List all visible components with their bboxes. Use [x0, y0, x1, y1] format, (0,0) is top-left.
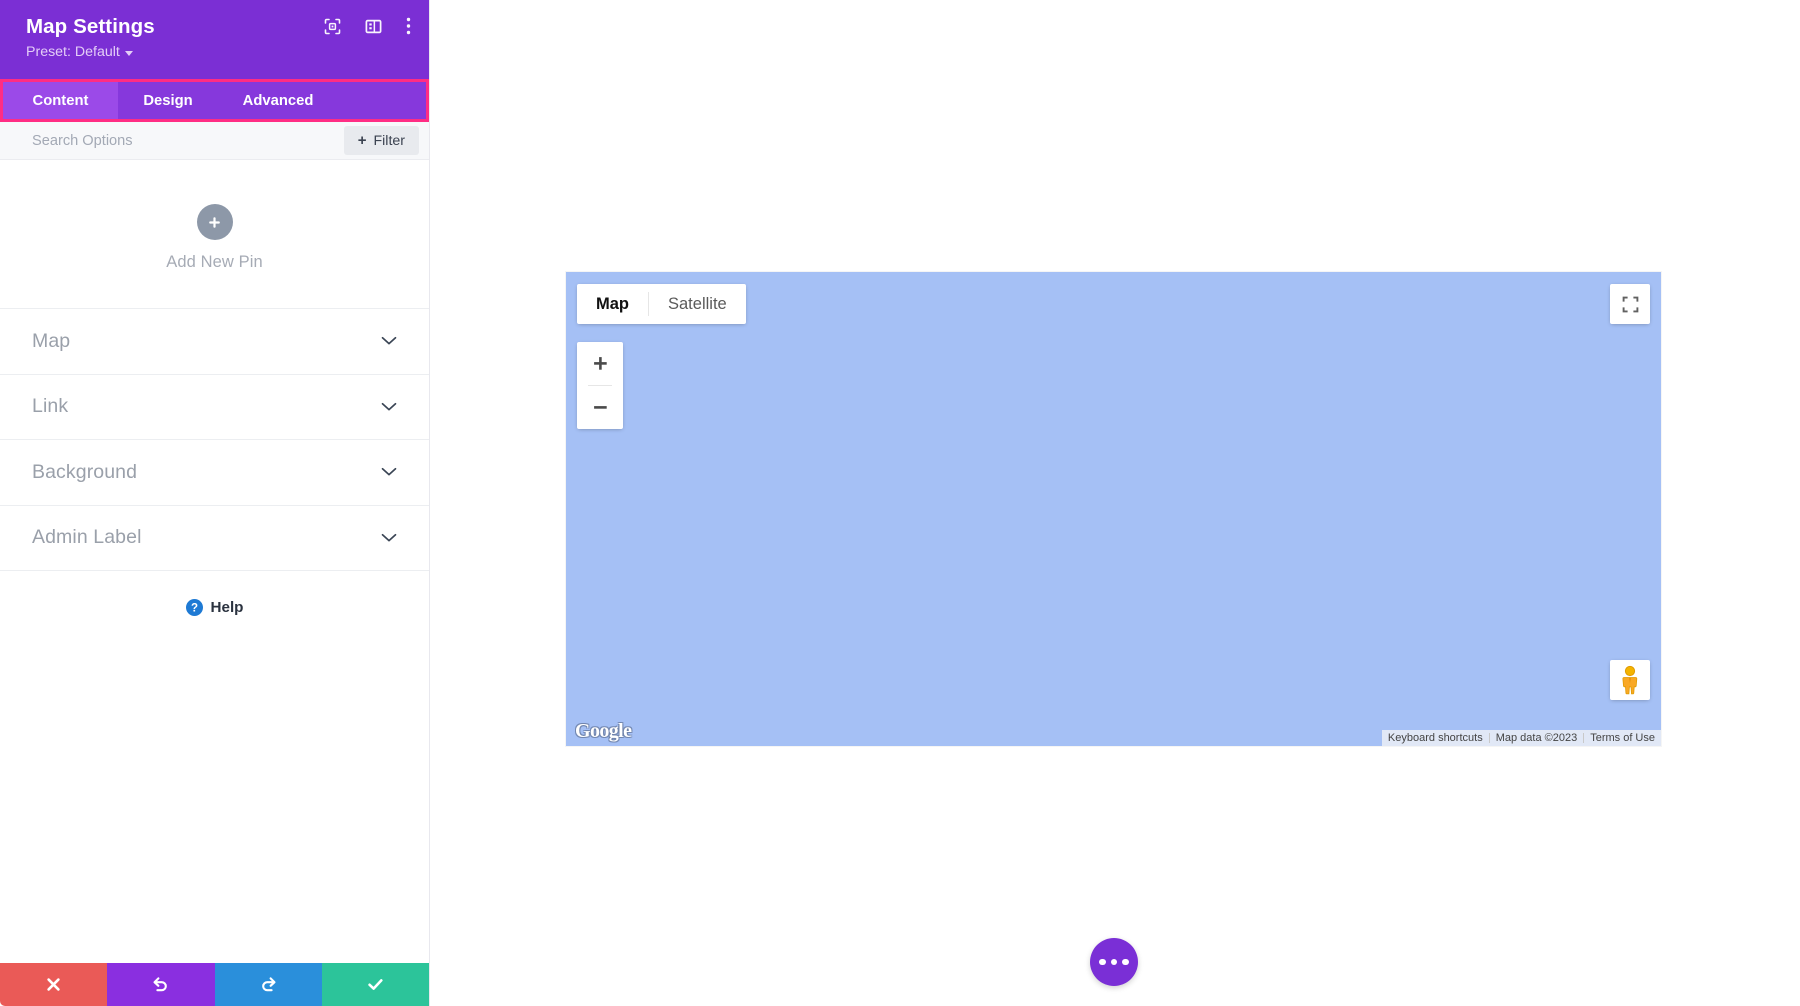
- zoom-in-button[interactable]: [577, 342, 623, 385]
- accordion-link-label: Link: [32, 395, 69, 418]
- panel-action-bar: [0, 963, 429, 1006]
- undo-button[interactable]: [107, 963, 215, 1006]
- redo-button[interactable]: [214, 963, 322, 1006]
- zoom-out-button[interactable]: [577, 386, 623, 429]
- redo-arrow-icon: [261, 977, 276, 992]
- map-attribution: Keyboard shortcuts Map data ©2023 Terms …: [1381, 730, 1661, 746]
- panel-header: Map Settings Preset: Default: [0, 0, 429, 79]
- cancel-button[interactable]: [0, 963, 108, 1006]
- accordion-link[interactable]: Link: [0, 374, 429, 440]
- preset-selector[interactable]: Preset: Default: [26, 42, 133, 62]
- panel-spacer: [0, 626, 429, 963]
- builder-screen: Map Settings Preset: Default Content Des…: [0, 0, 1800, 1006]
- map-zoom-control: [577, 342, 623, 429]
- add-new-pin-label: Add New Pin: [166, 253, 263, 271]
- map-type-map-button[interactable]: Map: [577, 284, 648, 324]
- tab-bar-highlight: Content Design Advanced: [0, 79, 429, 122]
- add-new-pin-block: Add New Pin: [0, 160, 429, 309]
- accordion-map-label: Map: [32, 329, 71, 352]
- tab-content[interactable]: Content: [3, 82, 118, 119]
- map-settings-panel: Map Settings Preset: Default Content Des…: [0, 0, 430, 1006]
- plus-icon: +: [357, 132, 367, 149]
- filter-button-label: Filter: [373, 132, 405, 149]
- more-horizontal-icon: [1099, 958, 1106, 966]
- tab-bar: Content Design Advanced: [3, 82, 426, 119]
- map-type-satellite-button[interactable]: Satellite: [649, 284, 746, 324]
- save-button[interactable]: [321, 963, 429, 1006]
- more-vertical-icon[interactable]: [406, 17, 411, 35]
- question-circle-icon: ?: [185, 599, 203, 616]
- map-type-control: Map Satellite: [577, 284, 746, 324]
- minus-icon: [593, 406, 607, 409]
- fullscreen-button[interactable]: [1610, 284, 1650, 324]
- street-view-pegman-button[interactable]: [1610, 660, 1650, 700]
- preset-label: Preset: Default: [26, 44, 120, 60]
- keyboard-shortcuts-link[interactable]: Keyboard shortcuts: [1382, 732, 1489, 744]
- accordion-background-label: Background: [32, 460, 138, 483]
- layout-panel-icon[interactable]: [365, 18, 382, 35]
- accordion-map[interactable]: Map: [0, 309, 429, 375]
- focus-target-icon[interactable]: [324, 18, 341, 35]
- svg-text:?: ?: [191, 602, 198, 614]
- google-map-canvas[interactable]: Map Satellite Google Keyboard shortcuts …: [566, 272, 1661, 746]
- tab-advanced[interactable]: Advanced: [218, 82, 338, 119]
- terms-of-use-link[interactable]: Terms of Use: [1584, 732, 1661, 744]
- chevron-down-icon: [381, 467, 397, 477]
- help-label: Help: [210, 599, 244, 616]
- accordion-admin-label[interactable]: Admin Label: [0, 505, 429, 571]
- help-link[interactable]: ? Help: [0, 571, 429, 626]
- plus-icon: [593, 357, 607, 370]
- fullscreen-expand-icon: [1622, 296, 1638, 312]
- chevron-down-icon: [381, 533, 397, 543]
- map-data-credit: Map data ©2023: [1495, 732, 1578, 744]
- page-settings-fab[interactable]: [1090, 938, 1138, 986]
- more-horizontal-icon: [1122, 958, 1129, 966]
- caret-down-icon: [124, 50, 133, 56]
- chevron-down-icon: [381, 336, 397, 346]
- plus-icon: [209, 216, 220, 228]
- tab-design[interactable]: Design: [118, 82, 218, 119]
- add-new-pin-button[interactable]: [196, 204, 233, 240]
- more-horizontal-icon: [1110, 958, 1118, 966]
- street-view-pegman-icon: [1622, 665, 1638, 695]
- close-x-icon: [47, 978, 60, 991]
- chevron-down-icon: [381, 402, 397, 412]
- google-logo: Google: [575, 720, 632, 742]
- search-options-row: + Filter: [0, 122, 429, 160]
- undo-arrow-icon: [153, 977, 168, 992]
- checkmark-icon: [368, 979, 383, 990]
- search-input[interactable]: [32, 132, 344, 149]
- accordion-admin-label-label: Admin Label: [32, 526, 142, 549]
- panel-header-icons: [324, 17, 411, 35]
- filter-button[interactable]: + Filter: [343, 126, 419, 155]
- accordion-background[interactable]: Background: [0, 440, 429, 506]
